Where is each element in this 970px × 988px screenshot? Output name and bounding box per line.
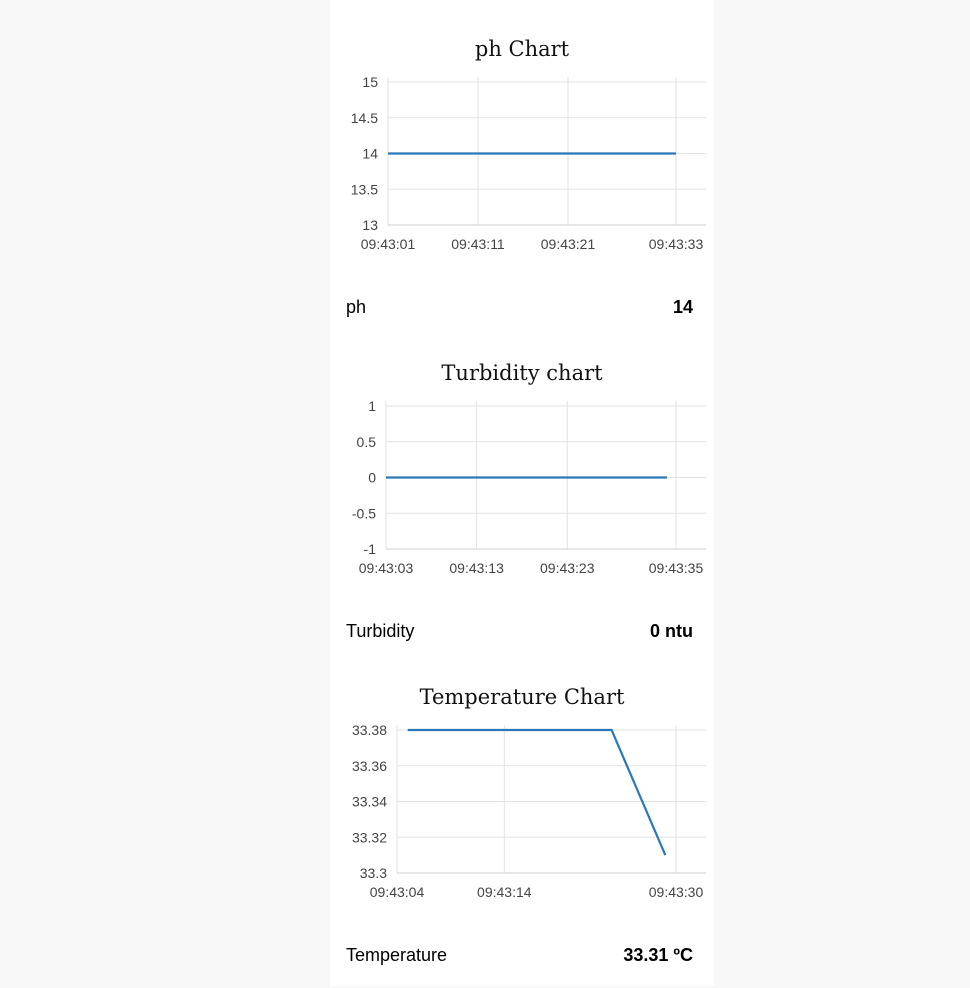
x-tick-label: 09:43:14: [477, 884, 532, 900]
y-tick-label: 15: [362, 74, 378, 90]
temperature-label: Temperature: [346, 945, 448, 965]
y-tick-label: 0: [368, 470, 376, 486]
y-tick-label: 13.5: [351, 181, 378, 197]
temperature-reading: Temperature 33.31 ºC: [346, 945, 693, 969]
y-tick-label: 1: [368, 398, 376, 414]
series-line: [407, 728, 667, 856]
x-tick-label: 09:43:21: [541, 236, 596, 252]
turbidity-reading: Turbidity 0 ntu: [346, 621, 693, 645]
turbidity-value: 0 ntu: [650, 621, 693, 641]
y-tick-label: 33.32: [352, 829, 387, 845]
y-tick-label: 33.36: [352, 758, 387, 774]
turbidity-chart: 1 0.5 0 -0.5 -1 09:43:03 09:43:13 09:43:23 09:43…: [352, 398, 706, 576]
x-tick-label: 09:43:04: [370, 884, 425, 900]
x-tick-label: 09:43:33: [649, 236, 704, 252]
x-tick-label: 09:43:11: [451, 236, 505, 252]
x-tick-label: 09:43:13: [449, 560, 504, 576]
y-tick-label: 33.34: [352, 794, 387, 810]
dashboard-panel: ph Chart 15 14.5 14 13.5 13 09:43:01 09:43:11 0…: [330, 0, 714, 986]
x-tick-label: 09:43:23: [540, 560, 595, 576]
temperature-chart: 33.38 33.36 33.34 33.32 33.3 09:43:04 09:43:14…: [352, 722, 706, 900]
x-tick-label: 09:43:03: [359, 560, 414, 576]
y-tick-label: 14: [362, 146, 378, 162]
ph-value: 14: [672, 297, 693, 317]
temperature-chart-title: Temperature Chart: [419, 685, 625, 709]
y-tick-label: 0.5: [357, 434, 377, 450]
y-tick-label: 13: [362, 217, 378, 233]
ph-label: ph: [346, 297, 367, 317]
x-tick-label: 09:43:30: [649, 884, 704, 900]
turbidity-chart-title: Turbidity chart: [441, 361, 603, 385]
temperature-value: 33.31 ºC: [623, 945, 693, 965]
y-tick-label: 33.38: [352, 722, 387, 738]
x-tick-label: 09:43:01: [361, 236, 416, 252]
ph-chart: 15 14.5 14 13.5 13 09:43:01 09:43:11 09:43:21 09…: [351, 74, 706, 252]
y-tick-label: 14.5: [351, 110, 378, 126]
ph-reading: ph 14: [346, 297, 693, 321]
ph-chart-title: ph Chart: [474, 37, 570, 61]
y-tick-label: -1: [364, 541, 377, 557]
x-tick-label: 09:43:35: [649, 560, 704, 576]
y-tick-label: -0.5: [352, 505, 376, 521]
y-tick-label: 33.3: [360, 865, 387, 881]
turbidity-label: Turbidity: [346, 621, 415, 641]
